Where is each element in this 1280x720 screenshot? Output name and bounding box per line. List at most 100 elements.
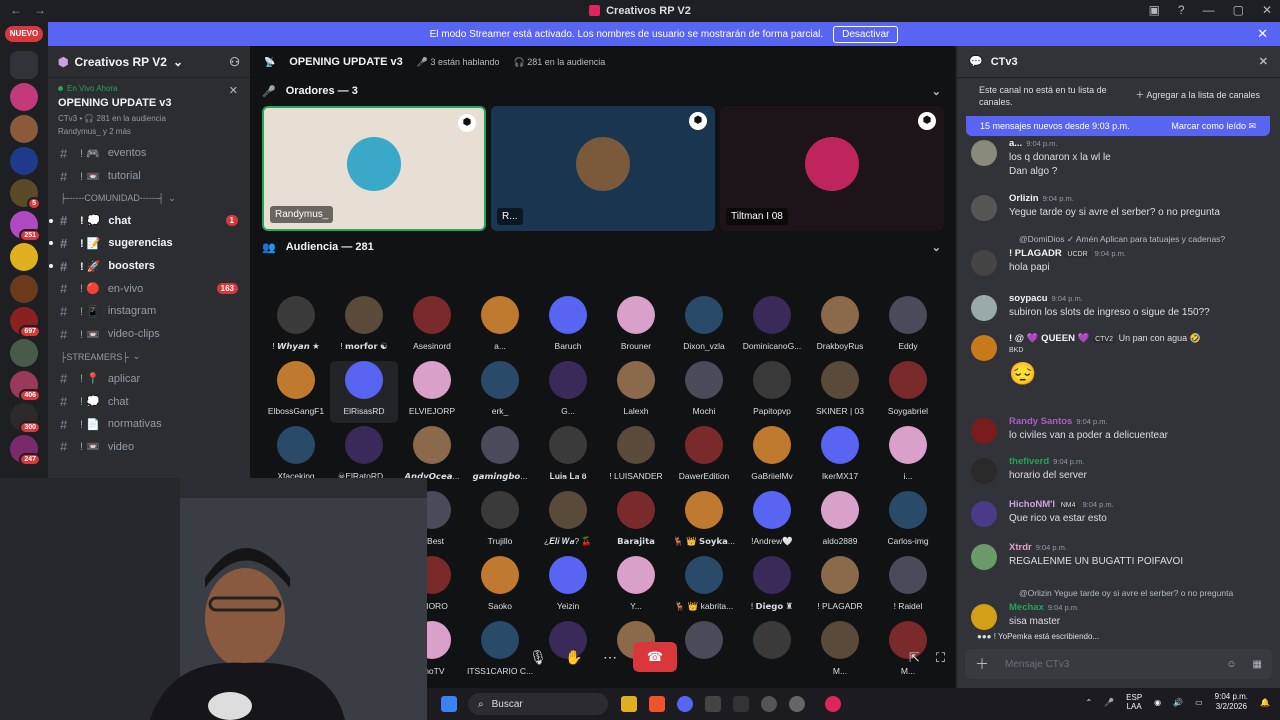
mute-icon[interactable]: 🎙 [525, 644, 551, 670]
audience-member[interactable]: aldo2889 [806, 491, 874, 553]
app-icon[interactable] [825, 696, 841, 712]
close-icon[interactable]: ✕ [1259, 55, 1268, 68]
audience-member[interactable]: Dixon_vzla [670, 296, 738, 358]
channel-item[interactable]: # ! 📼 video [48, 436, 250, 459]
server-icon[interactable]: 406 [10, 371, 41, 402]
obs-icon[interactable] [789, 696, 805, 712]
audience-member[interactable]: DominicanoG... [738, 296, 806, 358]
inbox-icon[interactable]: ▣ [1149, 3, 1160, 17]
avatar[interactable] [971, 544, 997, 570]
audience-member[interactable]: 𝗕𝗮𝗿𝗮𝗷𝗶𝘁𝗮 [602, 491, 670, 553]
message-author[interactable]: ! PLAGADR [1009, 248, 1062, 259]
emoji-icon[interactable]: ☺ [1226, 659, 1236, 670]
audience-member[interactable]: Mochi [670, 361, 738, 423]
server-icon[interactable]: 251 [10, 211, 41, 242]
brave-icon[interactable] [649, 696, 665, 712]
avatar[interactable] [971, 195, 997, 221]
audience-member[interactable]: ! LUISANDER [602, 426, 670, 488]
back-arrow-icon[interactable]: ← [10, 3, 22, 17]
audience-member[interactable]: Y... [602, 556, 670, 618]
message-author[interactable]: a... [1009, 138, 1022, 149]
clock[interactable]: 9:04 p.m. 3/2/2026 [1215, 692, 1248, 713]
message-input[interactable]: ＋ Mensaje CTv3 ☺ ▦ [965, 649, 1272, 679]
leave-stage-button[interactable]: ☎ [633, 642, 677, 672]
chevron-down-icon[interactable]: ⌄ [932, 241, 941, 254]
minimize-button[interactable]: — [1203, 3, 1215, 17]
chat-message[interactable]: HichoNM'l NM4 9:04 p.m. Que rico va estar … [969, 499, 1269, 527]
message-author[interactable]: ! @ 💜 QUEEN 💜 [1009, 333, 1089, 344]
add-member-icon[interactable]: ⚇ [229, 55, 240, 69]
audience-member[interactable]: Soygabriel [874, 361, 942, 423]
audience-member[interactable]: ! PLAGADR [806, 556, 874, 618]
epic-games-icon[interactable] [733, 696, 749, 712]
audience-member[interactable]: ITSS1CARIO C... [466, 621, 534, 683]
audience-member[interactable]: 𝙜𝙖𝙢𝙞𝙣𝙜𝙗𝙤... [466, 426, 534, 488]
channel-item[interactable]: # ! 💭 chat [48, 390, 250, 413]
apps-icon[interactable]: ▦ [1253, 659, 1262, 670]
audience-member[interactable]: 𝐋𝐮𝐢𝐬 𝐋𝐚 𝟖 [534, 426, 602, 488]
new-messages-bar[interactable]: 15 mensajes nuevos desde 9:03 p.m. Marca… [966, 116, 1270, 136]
add-to-channel-list-button[interactable]: ＋ Agregar a la lista de canales [1127, 87, 1268, 107]
audience-member[interactable]: a... [466, 296, 534, 358]
audience-member[interactable]: Saoko [466, 556, 534, 618]
avatar[interactable] [971, 501, 997, 527]
chat-message[interactable]: a... 9:04 p.m. los q donaron x la wl le Dan… [969, 138, 1269, 180]
audience-member[interactable]: Brouner [602, 296, 670, 358]
avatar[interactable] [971, 250, 997, 276]
forward-arrow-icon[interactable]: → [34, 3, 46, 17]
chat-message[interactable]: @Orlizin Yegue tarde oy si avre el serbe… [969, 588, 1269, 630]
audience-member[interactable]: DawerEdition [670, 426, 738, 488]
channel-item[interactable]: # ! 📱 instagram [48, 300, 250, 323]
server-header[interactable]: ⬢ Creativos RP V2 ⌄ ⚇ [48, 46, 250, 78]
file-explorer-icon[interactable] [621, 696, 637, 712]
maximize-button[interactable]: ▢ [1233, 3, 1244, 17]
category-streamers[interactable]: ├STREAMERS├ ⌄ [48, 346, 250, 368]
channel-item[interactable]: # ! 🚀 boosters [48, 255, 250, 278]
volume-icon[interactable]: 🔊 [1173, 698, 1183, 707]
speaker-tile[interactable]: R... ⬢ [491, 106, 715, 231]
add-attachment-icon[interactable]: ＋ [975, 654, 989, 674]
audience-member[interactable]: Papitopvp [738, 361, 806, 423]
audience-member[interactable] [738, 621, 806, 683]
close-icon[interactable]: ✕ [229, 84, 238, 97]
avatar[interactable] [971, 418, 997, 444]
audience-member[interactable]: ElRisasRD [330, 361, 398, 423]
message-author[interactable]: Xtrdr [1009, 542, 1032, 553]
audience-member[interactable]: ¿𝑬𝒍𝒊 𝑾𝒂? 🍒 [534, 491, 602, 553]
avatar[interactable] [971, 140, 997, 166]
reply-preview[interactable]: @DomiDios ✓ Amén Aplican para tatuajes y… [1019, 234, 1225, 245]
channel-item[interactable]: # ! 💭 chat 1 [48, 209, 250, 232]
avatar[interactable] [971, 458, 997, 484]
audience-member[interactable] [670, 621, 738, 683]
chevron-down-icon[interactable]: ⌄ [932, 85, 941, 98]
chat-message[interactable]: Orlizin 9:04 p.m. Yegue tarde oy si avre e… [969, 193, 1269, 221]
language-indicator[interactable]: ESP LAA [1126, 693, 1142, 712]
audience-member[interactable]: IkerMX17 [806, 426, 874, 488]
avatar[interactable] [971, 295, 997, 321]
home-icon[interactable] [10, 51, 38, 79]
chat-message[interactable]: Randy Santos 9:04 p.m. lo civiles van a po… [969, 416, 1269, 444]
avatar[interactable] [971, 604, 997, 630]
server-icon[interactable]: 247 [10, 435, 41, 466]
reply-preview[interactable]: @Orlizin Yegue tarde oy si avre el serbe… [1019, 588, 1233, 598]
audience-member[interactable]: Carlos-img [874, 491, 942, 553]
speaker-tile[interactable]: Randymus_ ⬢ [262, 106, 486, 231]
server-icon[interactable] [10, 243, 38, 271]
channel-item[interactable]: # ! 📝 sugerencias [48, 232, 250, 255]
audience-member[interactable]: Eddy [874, 296, 942, 358]
audience-member[interactable]: Trujillo [466, 491, 534, 553]
mark-read-button[interactable]: Marcar como leído ✉ [1171, 121, 1256, 132]
audience-member[interactable]: 🦌 👑 kabrita... [670, 556, 738, 618]
message-author[interactable]: Orlizin [1009, 193, 1039, 204]
audience-member[interactable]: DrakboyRus [806, 296, 874, 358]
app-icon[interactable] [705, 696, 721, 712]
popout-icon[interactable]: ⇱ [909, 650, 920, 666]
audience-member[interactable]: i... [874, 426, 942, 488]
channel-item[interactable]: # ! 📼 video-clips [48, 323, 250, 346]
audience-member[interactable]: M... [806, 621, 874, 683]
raise-hand-icon[interactable]: ✋ [561, 644, 587, 670]
channel-item[interactable]: # ! 📼 tutorial [48, 165, 250, 188]
audience-member[interactable]: Yeizin [534, 556, 602, 618]
server-icon[interactable] [10, 147, 38, 175]
wifi-icon[interactable]: ◉ [1154, 698, 1161, 707]
